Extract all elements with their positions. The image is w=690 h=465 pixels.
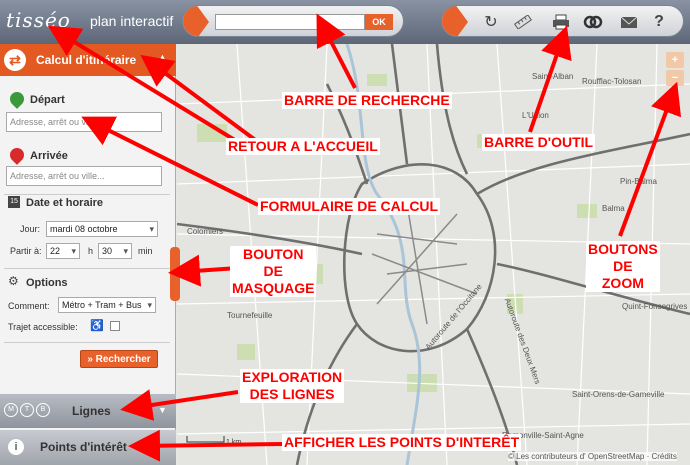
annotation-zoom: BOUTONS DE ZOOM [586,241,660,292]
annotation-lines: EXPLORATION DES LIGNES [240,369,345,403]
annotation-mask: BOUTON DE MASQUAGE [230,246,317,297]
annotation-toolbar: BARRE D'OUTIL [482,134,596,151]
annotation-home: RETOUR A L'ACCUEIL [226,138,380,155]
annotation-search: BARRE DE RECHERCHE [282,92,452,109]
annotation-arrows [47,13,682,462]
annotation-form: FORMULAIRE DE CALCUL [258,198,441,215]
annotation-poi: AFFICHER LES POINTS D'INTERÊT [282,434,522,451]
